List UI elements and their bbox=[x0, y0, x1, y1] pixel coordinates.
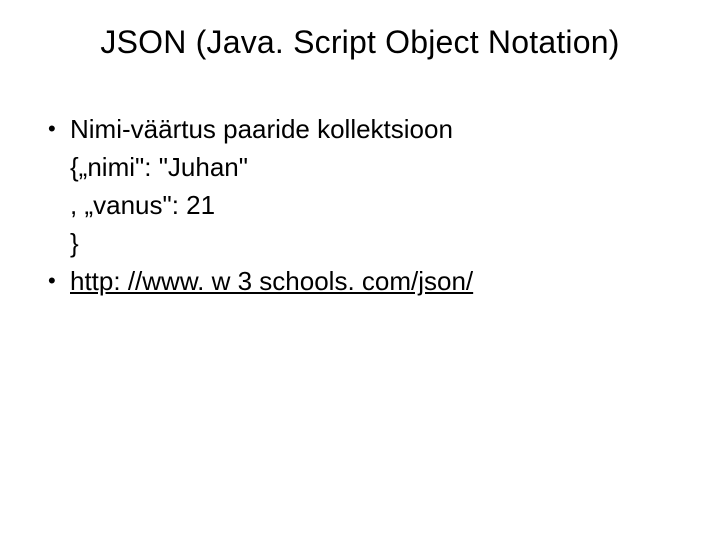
bullet-continuation: , „vanus": 21 bbox=[48, 188, 672, 224]
bullet-text: Nimi-väärtus paaride kollektsioon bbox=[70, 112, 672, 148]
bullet-icon: • bbox=[48, 112, 70, 146]
slide-body: • Nimi-väärtus paaride kollektsioon {„ni… bbox=[48, 112, 672, 301]
list-item: • http: //www. w 3 schools. com/json/ bbox=[48, 264, 672, 300]
link-text[interactable]: http: //www. w 3 schools. com/json/ bbox=[70, 266, 473, 296]
list-item: • Nimi-väärtus paaride kollektsioon bbox=[48, 112, 672, 148]
bullet-continuation: {„nimi": "Juhan" bbox=[48, 150, 672, 186]
bullet-continuation: } bbox=[48, 226, 672, 262]
bullet-text: http: //www. w 3 schools. com/json/ bbox=[70, 264, 672, 300]
bullet-icon: • bbox=[48, 264, 70, 298]
slide: JSON (Java. Script Object Notation) • Ni… bbox=[0, 0, 720, 540]
slide-title: JSON (Java. Script Object Notation) bbox=[0, 24, 720, 61]
